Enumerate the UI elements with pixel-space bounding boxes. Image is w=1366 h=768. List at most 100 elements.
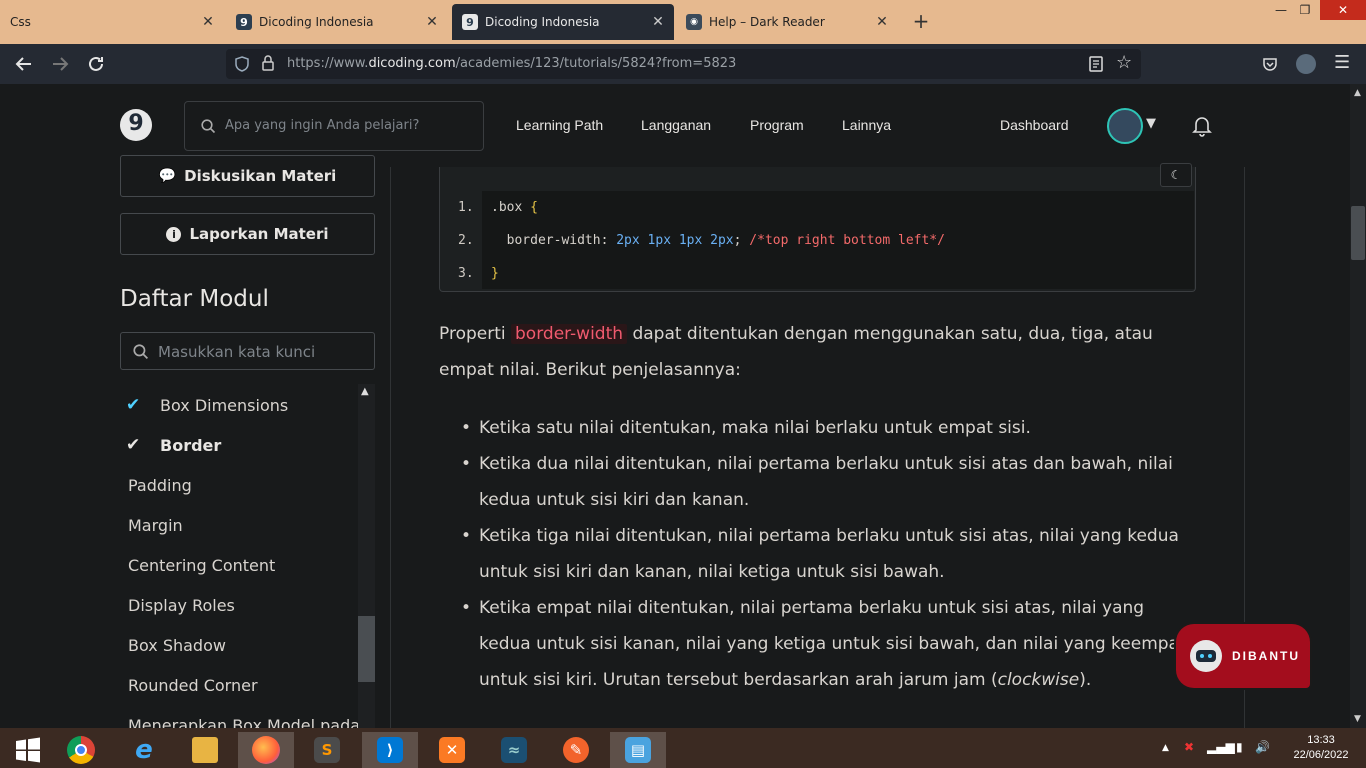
signal-icon[interactable]: ▂▄▆ <box>1207 740 1235 754</box>
bookmark-star-icon[interactable]: ☆ <box>1116 52 1132 73</box>
tray-expand-icon[interactable]: ▲ <box>1162 743 1169 753</box>
pocket-icon[interactable] <box>1262 56 1278 72</box>
module-search-placeholder: Masukkan kata kunci <box>158 343 316 361</box>
nav-dashboard[interactable]: Dashboard <box>1000 117 1069 133</box>
tab-title: Help – Dark Reader <box>709 15 825 29</box>
avatar[interactable] <box>1107 108 1143 144</box>
check-icon: ✔ <box>126 435 141 455</box>
clock-date: 22/06/2022 <box>1293 749 1349 761</box>
module-item-border[interactable]: Border <box>160 436 221 455</box>
module-item-box-model[interactable]: Menerapkan Box Model pada <box>128 716 360 728</box>
hamburger-menu-icon[interactable]: ☰ <box>1334 52 1350 73</box>
maximize-button[interactable]: ❐ <box>1292 0 1318 20</box>
new-tab-button[interactable]: + <box>910 10 932 32</box>
nav-langganan[interactable]: Langganan <box>641 117 711 133</box>
xampp-taskbar-icon[interactable]: ✕ <box>424 732 480 768</box>
module-item-padding[interactable]: Padding <box>128 476 192 495</box>
volume-icon[interactable]: 🔊 <box>1255 740 1270 754</box>
forward-arrow-icon <box>53 57 69 71</box>
code-line-2: border-width: 2px 1px 1px 2px; /*top rig… <box>491 233 945 248</box>
page-scrollbar[interactable] <box>1350 84 1366 728</box>
info-icon: i <box>166 226 182 242</box>
system-clock[interactable]: 13:33 22/06/2022 <box>1288 733 1354 763</box>
clock-time: 13:33 <box>1307 734 1335 746</box>
module-search-input[interactable]: Masukkan kata kunci <box>120 332 375 370</box>
scroll-up-icon[interactable]: ▲ <box>361 386 369 397</box>
start-button[interactable] <box>0 732 56 768</box>
chat-bubble-icon: 💬 <box>158 168 177 184</box>
page-viewport: 9 Apa yang ingin Anda pelajari? Learning… <box>0 84 1350 728</box>
feather-app-taskbar-icon[interactable]: ✎ <box>548 732 604 768</box>
close-tab-icon[interactable]: ✕ <box>874 14 890 30</box>
nav-program[interactable]: Program <box>750 117 804 133</box>
tab-title: Dicoding Indonesia <box>485 15 600 29</box>
reader-view-icon[interactable] <box>1089 56 1103 72</box>
scroll-up-icon[interactable]: ▲ <box>1354 88 1361 98</box>
back-button[interactable] <box>12 52 36 76</box>
reload-button[interactable] <box>84 52 108 76</box>
line-number: 3. <box>458 266 474 281</box>
list-item: Ketika tiga nilai ditentukan, nilai pert… <box>439 518 1199 590</box>
browser-tab-strip: Css ✕ 9 Dicoding Indonesia ✕ 9 Dicoding … <box>0 0 1366 44</box>
address-bar[interactable]: https://www.dicoding.com/academies/123/t… <box>226 49 1141 79</box>
sidebar-divider <box>390 167 391 728</box>
dibantu-help-button[interactable]: DIBANTU <box>1176 624 1310 688</box>
tab-css[interactable]: Css ✕ <box>0 0 224 44</box>
module-item-box-shadow[interactable]: Box Shadow <box>128 636 226 655</box>
firefox-taskbar-icon[interactable] <box>238 732 294 768</box>
sublime-taskbar-icon[interactable]: S <box>299 732 355 768</box>
reload-icon <box>89 56 103 71</box>
windows-logo-icon <box>16 737 40 763</box>
page-scroll-thumb[interactable] <box>1351 206 1365 260</box>
module-item-rounded-corner[interactable]: Rounded Corner <box>128 676 258 695</box>
vscode-taskbar-icon[interactable]: ⟩ <box>362 732 418 768</box>
minimize-button[interactable]: — <box>1268 0 1294 20</box>
ie-taskbar-icon[interactable]: e <box>116 732 172 768</box>
battery-icon[interactable]: ▮ <box>1236 740 1243 754</box>
chrome-taskbar-icon[interactable] <box>53 732 109 768</box>
nav-lainnya[interactable]: Lainnya <box>842 117 891 133</box>
list-item: Ketika dua nilai ditentukan, nilai perta… <box>439 446 1199 518</box>
close-window-button[interactable]: ✕ <box>1320 0 1366 20</box>
tab-dicoding-1[interactable]: 9 Dicoding Indonesia ✕ <box>226 0 448 44</box>
search-placeholder: Apa yang ingin Anda pelajari? <box>225 118 420 133</box>
report-button[interactable]: i Laporkan Materi <box>120 213 375 255</box>
chevron-down-icon[interactable]: ▼ <box>1146 116 1156 131</box>
control-panel-taskbar-icon[interactable]: ▤ <box>610 732 666 768</box>
dibantu-label: DIBANTU <box>1232 649 1300 663</box>
module-item-box-dimensions[interactable]: Box Dimensions <box>160 396 288 415</box>
windows-taskbar: e S ⟩ ✕ ≈ ✎ ▤ ▲ ✖ ▂▄▆ ▮ 🔊 13:33 22/06/20… <box>0 728 1366 768</box>
dark-reader-extension-icon[interactable] <box>1296 54 1316 74</box>
discuss-label: Diskusikan Materi <box>184 167 337 185</box>
article-body: Properti border-width dapat ditentukan d… <box>439 316 1199 698</box>
module-item-centering-content[interactable]: Centering Content <box>128 556 275 575</box>
dicoding-logo[interactable]: 9 <box>120 109 152 141</box>
moon-icon: ☾ <box>1170 168 1182 182</box>
dicoding-favicon-icon: 9 <box>236 14 252 30</box>
module-list-scroll-thumb[interactable] <box>358 616 375 682</box>
tab-title: Dicoding Indonesia <box>259 15 374 29</box>
list-item: Ketika satu nilai ditentukan, maka nilai… <box>439 410 1199 446</box>
url-text: https://www.dicoding.com/academies/123/t… <box>287 56 737 71</box>
bell-icon[interactable] <box>1192 115 1212 137</box>
code-line-1: .box { <box>491 200 538 215</box>
code-block: 1. 2. 3. .box { border-width: 2px 1px 1p… <box>439 167 1196 292</box>
file-explorer-taskbar-icon[interactable] <box>177 732 233 768</box>
module-list-title: Daftar Modul <box>120 286 269 312</box>
module-item-display-roles[interactable]: Display Roles <box>128 596 235 615</box>
module-item-margin[interactable]: Margin <box>128 516 183 535</box>
mysql-workbench-taskbar-icon[interactable]: ≈ <box>486 732 542 768</box>
tab-dicoding-active[interactable]: 9 Dicoding Indonesia ✕ <box>452 4 674 40</box>
close-tab-icon[interactable]: ✕ <box>650 14 666 30</box>
code-theme-toggle-button[interactable]: ☾ <box>1160 163 1192 187</box>
search-icon <box>201 119 216 134</box>
close-tab-icon[interactable]: ✕ <box>424 14 440 30</box>
tab-dark-reader[interactable]: ◉ Help – Dark Reader ✕ <box>676 0 898 44</box>
discuss-button[interactable]: 💬 Diskusikan Materi <box>120 155 375 197</box>
nav-learning-path[interactable]: Learning Path <box>516 117 603 133</box>
site-search-input[interactable]: Apa yang ingin Anda pelajari? <box>184 101 484 151</box>
forward-button[interactable] <box>48 52 72 76</box>
network-error-icon[interactable]: ✖ <box>1184 740 1194 754</box>
scroll-down-icon[interactable]: ▼ <box>1354 714 1361 724</box>
close-tab-icon[interactable]: ✕ <box>200 14 216 30</box>
